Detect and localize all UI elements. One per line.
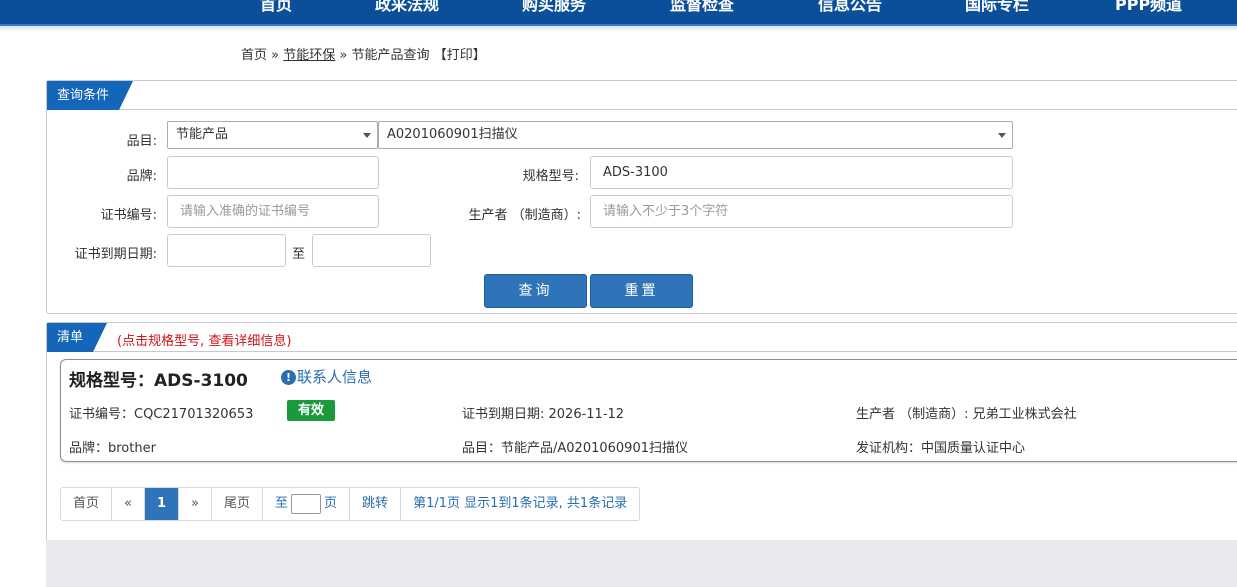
page-summary: 第1/1页 显示1到1条记录, 共1条记录 <box>401 488 640 520</box>
result-card: 规格型号：ADS-3100 ! 联系人信息 证书编号：CQC21701320653… <box>60 359 1237 462</box>
contact-info-label: 联系人信息 <box>297 368 373 386</box>
list-panel-title: 清单 <box>47 323 108 352</box>
nav-item-regulations[interactable]: 政采法规 <box>375 0 439 15</box>
print-link[interactable]: 【打印】 <box>434 48 486 63</box>
breadcrumb-home[interactable]: 首页 <box>241 48 267 63</box>
result-category: 品目：节能产品/A0201060901扫描仪 <box>462 441 688 456</box>
expire-date-to[interactable] <box>312 234 431 267</box>
nav-item-inspection[interactable]: 监督检查 <box>670 0 734 15</box>
nav-item-international[interactable]: 国际专栏 <box>965 0 1029 15</box>
result-brand: 品牌：brother <box>69 441 156 456</box>
breadcrumb-section[interactable]: 节能环保 <box>283 48 335 63</box>
top-nav: 首页 政采法规 购买服务 监督检查 信息公告 国际专栏 PPP频道 <box>0 0 1237 26</box>
maker-input[interactable] <box>590 195 1013 228</box>
pagination: 首页 « 1 » 尾页 至页 跳转 第1/1页 显示1到1条记录, 共1条记录 <box>60 487 641 521</box>
breadcrumb: 首页 » 节能环保 » 节能产品查询 【打印】 <box>241 44 486 63</box>
breadcrumb-separator: » <box>271 48 280 63</box>
breadcrumb-current: 节能产品查询 <box>351 48 430 63</box>
page-goto-prefix: 至 <box>275 496 289 511</box>
cert-no-input[interactable] <box>167 195 379 228</box>
nav-item-home[interactable]: 首页 <box>260 0 292 15</box>
query-panel: 查询条件 品目: 节能产品 A0201060901扫描仪 品牌: 规格型号: 证… <box>46 80 1237 314</box>
nav-item-ppp[interactable]: PPP频道 <box>1115 0 1182 15</box>
nav-shadow <box>0 26 1237 32</box>
page-last[interactable]: 尾页 <box>212 488 264 520</box>
page-first[interactable]: 首页 <box>61 488 113 520</box>
page-next[interactable]: » <box>179 488 212 520</box>
model-link[interactable]: 规格型号：ADS-3100 <box>69 366 248 391</box>
page-footer-background <box>46 540 1237 587</box>
page-jump-button[interactable]: 跳转 <box>350 488 402 520</box>
maker-label: 生产者 （制造商）: <box>468 208 581 223</box>
brand-label: 品牌: <box>126 169 157 184</box>
result-issuer: 发证机构：中国质量认证中心 <box>856 441 1026 456</box>
category-label: 品目: <box>126 134 157 149</box>
page-prev[interactable]: « <box>112 488 145 520</box>
result-maker: 生产者 （制造商）: 兄弟工业株式会社 <box>856 407 1077 422</box>
query-panel-title: 查询条件 <box>47 81 134 110</box>
result-expire-date: 证书到期日期: 2026-11-12 <box>462 407 625 422</box>
cert-no-label: 证书编号: <box>100 208 157 223</box>
expire-date-label: 证书到期日期: <box>74 247 157 262</box>
list-hint: (点击规格型号, 查看详细信息) <box>117 334 292 349</box>
nav-item-announcements[interactable]: 信息公告 <box>818 0 882 15</box>
query-panel-header: 查询条件 <box>47 81 1237 110</box>
result-cert-no: 证书编号：CQC21701320653 <box>69 407 254 422</box>
expire-date-from[interactable] <box>167 234 286 267</box>
model-label: 规格型号: <box>522 169 579 184</box>
breadcrumb-separator: » <box>339 48 348 63</box>
subcategory-select-value: A0201060901扫描仪 <box>387 127 518 142</box>
nav-item-services[interactable]: 购买服务 <box>522 0 586 15</box>
subcategory-select[interactable]: A0201060901扫描仪 <box>378 121 1013 149</box>
category-select[interactable]: 节能产品 <box>167 121 378 149</box>
brand-input[interactable] <box>167 156 379 189</box>
date-range-separator: 至 <box>292 247 306 262</box>
chevron-down-icon <box>998 133 1006 138</box>
page-goto-suffix: 页 <box>324 496 338 511</box>
page-goto: 至页 <box>263 488 351 520</box>
chevron-down-icon <box>363 133 371 138</box>
model-input[interactable] <box>590 156 1013 189</box>
search-button[interactable]: 查询 <box>484 274 587 308</box>
category-select-value: 节能产品 <box>176 127 229 142</box>
reset-button[interactable]: 重置 <box>590 274 693 308</box>
page-current[interactable]: 1 <box>144 488 180 520</box>
list-panel-header: 清单 (点击规格型号, 查看详细信息) <box>47 323 1237 352</box>
page-number-input[interactable] <box>291 493 322 514</box>
status-badge: 有效 <box>287 400 335 421</box>
info-circle-icon: ! <box>281 370 296 385</box>
contact-info-link[interactable]: ! 联系人信息 <box>281 366 372 387</box>
